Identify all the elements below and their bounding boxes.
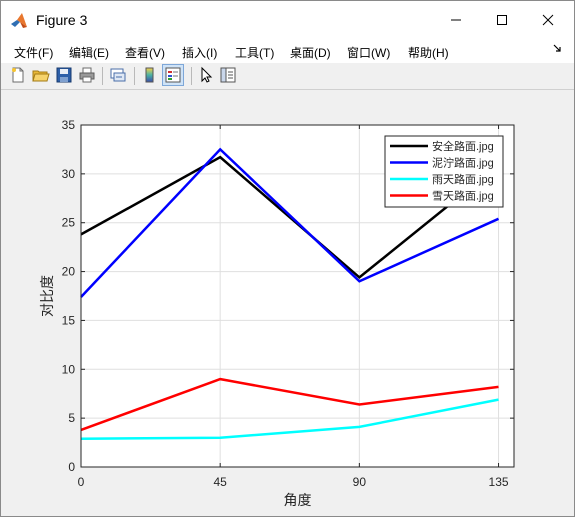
y-tick-label: 20 — [62, 265, 76, 279]
x-axis-label: 角度 — [284, 492, 312, 508]
close-button[interactable] — [525, 1, 571, 39]
minimize-icon — [451, 19, 461, 21]
maximize-button[interactable] — [479, 1, 525, 39]
figure-window: Figure 3 文件(F) 编辑(E) 查看(V) 插入(I) 工具(T) 桌… — [0, 0, 575, 517]
new-figure-icon[interactable] — [9, 66, 27, 84]
legend-label-2: 雨天路面.jpg — [432, 173, 494, 186]
legend-icon[interactable] — [164, 66, 182, 84]
menu-desktop[interactable]: 桌面(D) — [290, 44, 331, 61]
y-tick-label: 30 — [62, 167, 76, 181]
minimize-button[interactable] — [433, 1, 479, 39]
window-title: Figure 3 — [36, 12, 88, 28]
pointer-icon[interactable] — [197, 66, 215, 84]
y-tick-label: 0 — [68, 460, 75, 474]
open-file-icon[interactable] — [32, 66, 50, 84]
save-icon[interactable] — [55, 66, 73, 84]
figure-canvas[interactable]: 0 45 90 135 0 5 10 15 20 25 30 35 角度 对比度 安全路面.jpg 泥泞路面.… — [1, 90, 574, 516]
title-bar[interactable]: Figure 3 — [1, 1, 574, 39]
colorbar-icon[interactable] — [141, 66, 159, 84]
close-icon — [542, 14, 554, 26]
y-tick-label: 15 — [62, 313, 76, 327]
legend-label-0: 安全路面.jpg — [432, 139, 494, 153]
menu-bar: 文件(F) 编辑(E) 查看(V) 插入(I) 工具(T) 桌面(D) 窗口(W… — [1, 39, 574, 63]
menu-edit[interactable]: 编辑(E) — [69, 44, 109, 61]
y-tick-label: 5 — [68, 411, 75, 425]
x-tick-label: 0 — [78, 475, 85, 489]
y-tick-label: 35 — [62, 118, 76, 132]
x-tick-label: 135 — [489, 475, 509, 489]
menu-help[interactable]: 帮助(H) — [408, 44, 449, 61]
y-tick-label: 10 — [62, 362, 76, 376]
menu-view[interactable]: 查看(V) — [125, 44, 165, 61]
x-tick-label: 90 — [353, 475, 367, 489]
matlab-logo-icon — [11, 13, 27, 28]
menu-file[interactable]: 文件(F) — [14, 44, 53, 61]
toolbar-separator — [102, 67, 103, 85]
toolbar-separator — [191, 67, 192, 85]
figure-toolbar — [1, 63, 574, 90]
print-icon[interactable] — [78, 66, 96, 84]
y-tick-label: 25 — [62, 216, 76, 230]
line-chart[interactable]: 0 45 90 135 0 5 10 15 20 25 30 35 角度 对比度 安全路面.jpg 泥泞路面.… — [1, 90, 574, 516]
link-plot-icon[interactable] — [109, 66, 127, 84]
menu-insert[interactable]: 插入(I) — [182, 44, 217, 61]
dock-arrow-icon[interactable] — [553, 44, 562, 53]
x-tick-label: 45 — [213, 475, 227, 489]
menu-tools[interactable]: 工具(T) — [235, 44, 274, 61]
legend-label-1: 泥泞路面.jpg — [432, 157, 494, 170]
property-editor-icon[interactable] — [219, 66, 237, 84]
toolbar-separator — [134, 67, 135, 85]
menu-window[interactable]: 窗口(W) — [347, 44, 390, 61]
y-axis-label: 对比度 — [39, 275, 55, 317]
legend-label-3: 雪天路面.jpg — [432, 190, 494, 203]
maximize-icon — [497, 15, 507, 25]
